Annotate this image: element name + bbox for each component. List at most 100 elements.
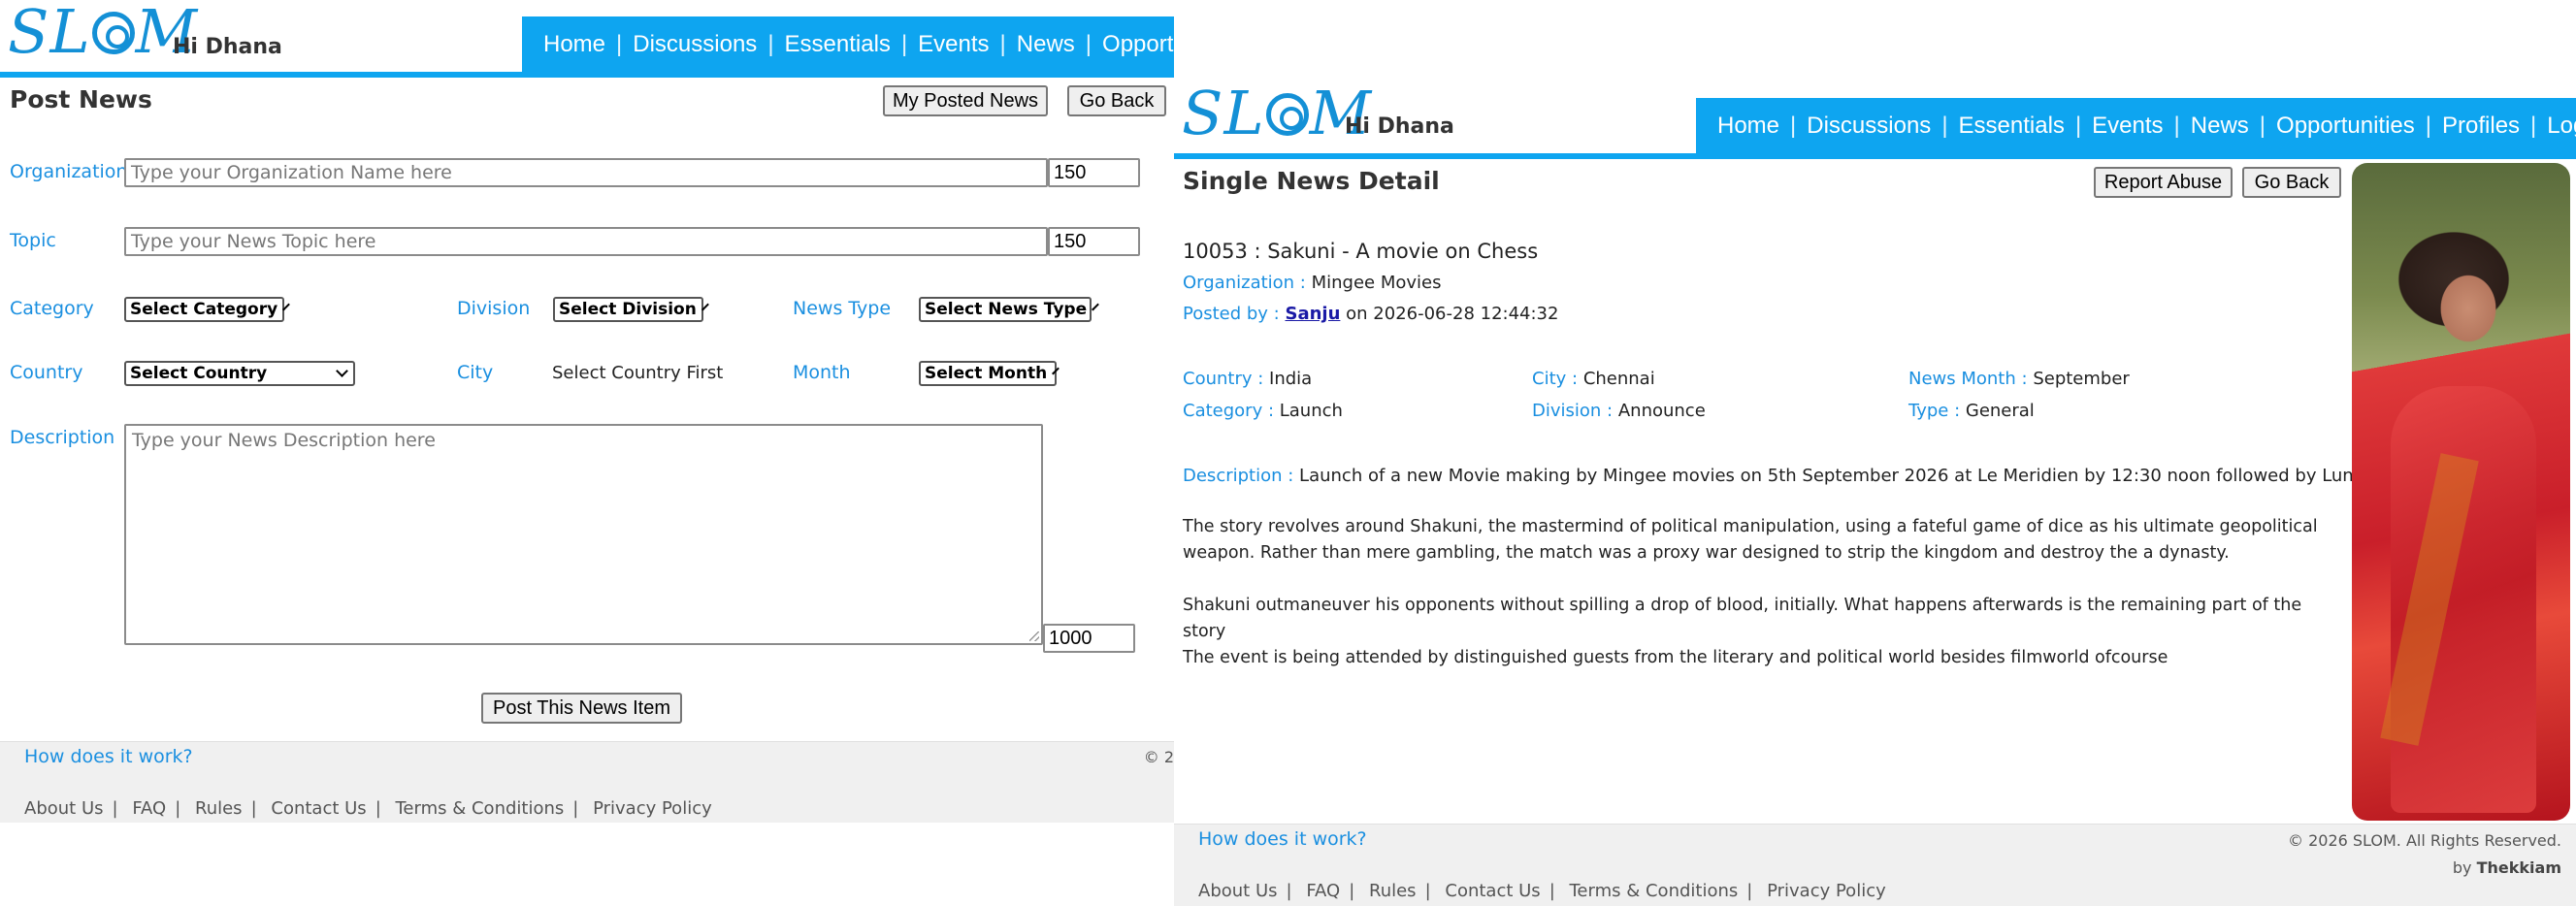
country-select-value: Select Country	[130, 364, 268, 383]
category-key: Category :	[1183, 401, 1275, 421]
posted-by-row: Posted by : Sanju on 2026-06-28 12:44:32	[1183, 304, 1558, 324]
footer-terms-link[interactable]: Terms & Conditions	[1570, 881, 1739, 901]
site-header: SL M Hi Dhana Home | Discussions | Essentia…	[0, 0, 1174, 78]
footer-faq-link[interactable]: FAQ	[1306, 881, 1340, 901]
news-type-label: News Type	[793, 298, 892, 319]
my-posted-news-button[interactable]: My Posted News	[883, 85, 1048, 116]
user-greeting: Hi Dhana	[1345, 114, 1454, 139]
report-abuse-button[interactable]: Report Abuse	[2094, 167, 2233, 198]
category-label: Category	[10, 298, 94, 319]
organization-label: Organization	[10, 161, 128, 182]
country-value: India	[1269, 369, 1313, 389]
posted-by-key: Posted by :	[1183, 304, 1280, 324]
nav-home[interactable]: Home	[543, 31, 605, 58]
news-paragraph-3: The event is being attended by distingui…	[1183, 648, 2168, 667]
organization-char-counter: 150	[1048, 158, 1140, 187]
division-select[interactable]: Select Division	[553, 297, 709, 322]
nav-discussions[interactable]: Discussions	[1807, 113, 1931, 140]
chevron-down-icon	[336, 364, 348, 377]
how-it-works-link[interactable]: How does it work?	[1198, 828, 1367, 850]
category-value: Launch	[1279, 401, 1343, 421]
country-label: Country	[10, 362, 83, 383]
news-paragraph-1: The story revolves around Shakuni, the m…	[1183, 517, 2318, 563]
division-value: Announce	[1617, 401, 1706, 421]
city-placeholder-text: Select Country First	[552, 363, 724, 383]
footer-contact-link[interactable]: Contact Us	[271, 798, 366, 819]
footer-links: About Us | FAQ | Rules | Contact Us | Terms …	[24, 798, 712, 819]
slom-logo[interactable]: SL M	[8, 2, 198, 62]
nav-discussions[interactable]: Discussions	[633, 31, 757, 58]
nav-essentials[interactable]: Essentials	[785, 31, 891, 58]
chevron-down-icon	[282, 303, 291, 310]
city-value: Chennai	[1582, 369, 1655, 389]
user-greeting: Hi Dhana	[173, 35, 282, 59]
go-back-button[interactable]: Go Back	[2242, 167, 2341, 198]
news-month-key: News Month :	[1908, 369, 2028, 389]
division-select-value: Select Division	[559, 300, 697, 319]
post-news-button[interactable]: Post This News Item	[481, 693, 682, 724]
nav-news[interactable]: News	[2191, 113, 2249, 140]
page-title: Single News Detail	[1183, 167, 1440, 195]
nav-logout[interactable]: Logout	[2547, 113, 2576, 140]
footer-terms-link[interactable]: Terms & Conditions	[396, 798, 565, 819]
nav-profiles[interactable]: Profiles	[2442, 113, 2520, 140]
posted-by-user-link[interactable]: Sanju	[1285, 304, 1340, 324]
slom-logo[interactable]: SL M	[1182, 83, 1372, 144]
resize-grip-icon[interactable]	[1029, 631, 1039, 641]
credits-name[interactable]: Thekkiam	[2477, 858, 2561, 877]
news-type-select[interactable]: Select News Type	[919, 297, 1100, 322]
copyright-text: © 2	[1143, 748, 1174, 766]
nav-opportunities[interactable]: Opportunities	[1102, 31, 1174, 58]
footer: How does it work? © 2 About Us | FAQ | Rul…	[0, 741, 1174, 823]
how-it-works-link[interactable]: How does it work?	[24, 746, 193, 767]
news-paragraph-2: Shakuni outmaneuver his opponents withou…	[1183, 596, 2302, 641]
topic-input[interactable]: Type your News Topic here	[124, 227, 1048, 256]
description-textarea[interactable]: Type your News Description here	[124, 424, 1043, 645]
footer-about-link[interactable]: About Us	[1198, 881, 1278, 901]
go-back-button[interactable]: Go Back	[1067, 85, 1166, 116]
page-title: Post News	[10, 85, 152, 113]
news-month-value: September	[2033, 369, 2130, 389]
type-row: Type : General	[1908, 401, 2035, 421]
topic-label: Topic	[10, 230, 56, 251]
nav-opportunities[interactable]: Opportunities	[2276, 113, 2415, 140]
footer-privacy-link[interactable]: Privacy Policy	[1767, 881, 1886, 901]
category-row: Category : Launch	[1183, 401, 1343, 421]
news-headline: 10053 : Sakuni - A movie on Chess	[1183, 240, 1539, 263]
chevron-down-icon	[1052, 367, 1060, 374]
organization-key: Organization :	[1183, 273, 1306, 293]
nav-news[interactable]: News	[1017, 31, 1075, 58]
organization-input[interactable]: Type your Organization Name here	[124, 158, 1048, 187]
chevron-down-icon	[701, 303, 709, 310]
month-label: Month	[793, 362, 851, 383]
description-placeholder: Type your News Description here	[132, 430, 436, 451]
organization-row: Organization : Mingee Movies	[1183, 273, 1442, 293]
type-key: Type :	[1908, 401, 1961, 421]
country-row: Country : India	[1183, 369, 1312, 389]
type-value: General	[1965, 401, 2035, 421]
nav-essentials[interactable]: Essentials	[1959, 113, 2065, 140]
footer-privacy-link[interactable]: Privacy Policy	[593, 798, 712, 819]
news-detail-window: SL M Hi Dhana Home | Discussions | Essentia…	[1174, 81, 2576, 906]
nav-events[interactable]: Events	[918, 31, 989, 58]
nav-home[interactable]: Home	[1717, 113, 1779, 140]
country-select[interactable]: Select Country	[124, 361, 355, 386]
footer-rules-link[interactable]: Rules	[1369, 881, 1417, 901]
topic-char-counter: 150	[1048, 227, 1140, 256]
news-type-select-value: Select News Type	[925, 300, 1088, 319]
division-row: Division : Announce	[1532, 401, 1706, 421]
description-value: Launch of a new Movie making by Mingee m…	[1299, 466, 2375, 486]
footer-about-link[interactable]: About Us	[24, 798, 104, 819]
nav-events[interactable]: Events	[2092, 113, 2163, 140]
footer-contact-link[interactable]: Contact Us	[1445, 881, 1540, 901]
description-label: Description	[10, 427, 115, 448]
footer-rules-link[interactable]: Rules	[195, 798, 243, 819]
credits-prefix: by	[2452, 858, 2477, 877]
description-char-counter: 1000	[1043, 624, 1135, 653]
category-select[interactable]: Select Category	[124, 297, 291, 322]
posted-on: on 2026-06-28 12:44:32	[1346, 304, 1559, 324]
post-news-window: SL M Hi Dhana Home | Discussions | Essentia…	[0, 0, 1174, 906]
month-select[interactable]: Select Month	[919, 361, 1060, 386]
month-select-value: Select Month	[925, 364, 1048, 383]
footer-faq-link[interactable]: FAQ	[132, 798, 166, 819]
